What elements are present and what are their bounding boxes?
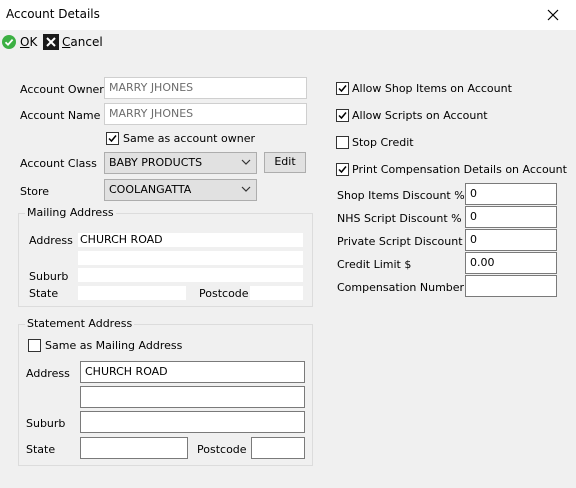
- title-bar: Account Details: [0, 0, 576, 30]
- mailing-postcode-label: Postcode: [199, 287, 249, 300]
- mailing-address-label: Address: [29, 234, 73, 247]
- edit-button[interactable]: Edit: [264, 152, 306, 173]
- nhs-script-discount-label: NHS Script Discount %: [337, 212, 462, 225]
- account-owner-field[interactable]: MARRY JHONES: [104, 77, 307, 99]
- shop-items-discount-field[interactable]: 0: [465, 183, 557, 205]
- checkmark-icon: [338, 85, 347, 93]
- chevron-down-icon: [241, 186, 251, 192]
- account-name-label: Account Name: [20, 109, 101, 122]
- statement-suburb-label: Suburb: [26, 417, 66, 430]
- statement-state-label: State: [26, 443, 56, 456]
- ok-label: OK: [20, 35, 38, 49]
- x-box-icon: [43, 34, 59, 50]
- store-label: Store: [20, 185, 50, 198]
- account-class-select[interactable]: BABY PRODUCTS: [104, 152, 257, 174]
- mailing-state-label: State: [29, 287, 59, 300]
- statement-postcode-label: Postcode: [197, 443, 247, 456]
- same-as-mailing-checkbox[interactable]: [28, 339, 41, 352]
- close-icon: [547, 9, 559, 21]
- allow-scripts-label: Allow Scripts on Account: [352, 109, 488, 122]
- checkmark-icon: [108, 135, 117, 143]
- store-select[interactable]: COOLANGATTA: [104, 179, 257, 201]
- nhs-script-discount-field[interactable]: 0: [465, 206, 557, 228]
- compensation-number-field[interactable]: [465, 275, 557, 297]
- statement-address-label: Address: [26, 367, 70, 380]
- check-circle-icon: [2, 35, 16, 49]
- print-compensation-checkbox[interactable]: [336, 163, 349, 176]
- statement-state-field[interactable]: [80, 437, 188, 459]
- account-class-label: Account Class: [20, 157, 97, 170]
- shop-items-discount-label: Shop Items Discount %: [337, 189, 465, 202]
- mailing-postcode-field[interactable]: [250, 286, 303, 300]
- allow-scripts-checkbox[interactable]: [336, 109, 349, 122]
- same-as-mailing-label: Same as Mailing Address: [45, 339, 183, 352]
- cancel-button[interactable]: Cancel: [43, 33, 103, 51]
- allow-shop-items-checkbox[interactable]: [336, 82, 349, 95]
- statement-address-line1[interactable]: CHURCH ROAD: [80, 361, 305, 383]
- allow-shop-items-label: Allow Shop Items on Account: [352, 82, 512, 95]
- account-name-field[interactable]: MARRY JHONES: [104, 103, 307, 125]
- account-class-value: BABY PRODUCTS: [109, 156, 203, 169]
- same-as-owner-checkbox[interactable]: [106, 132, 119, 145]
- checkmark-icon: [338, 166, 347, 174]
- mailing-address-legend: Mailing Address: [25, 206, 116, 219]
- print-compensation-label: Print Compensation Details on Account: [352, 163, 567, 176]
- private-script-discount-label: Private Script Discount %: [337, 235, 477, 248]
- ok-button[interactable]: OK: [1, 33, 37, 51]
- same-as-owner-label: Same as account owner: [123, 132, 255, 145]
- store-value: COOLANGATTA: [109, 183, 192, 196]
- chevron-down-icon: [241, 159, 251, 165]
- credit-limit-label: Credit Limit $: [337, 258, 412, 271]
- mailing-state-field[interactable]: [78, 286, 186, 300]
- statement-postcode-field[interactable]: [251, 437, 305, 459]
- checkmark-icon: [338, 112, 347, 120]
- compensation-number-label: Compensation Number: [337, 281, 465, 294]
- mailing-address-line2[interactable]: [78, 251, 303, 265]
- stop-credit-label: Stop Credit: [352, 136, 414, 149]
- credit-limit-field[interactable]: 0.00: [465, 252, 557, 274]
- mailing-suburb-label: Suburb: [29, 270, 69, 283]
- window-title: Account Details: [6, 7, 100, 21]
- close-button[interactable]: [530, 0, 576, 30]
- private-script-discount-field[interactable]: 0: [465, 229, 557, 251]
- mailing-address-line1[interactable]: CHURCH ROAD: [78, 233, 303, 247]
- statement-address-legend: Statement Address: [25, 317, 135, 330]
- account-owner-label: Account Owner: [20, 83, 104, 96]
- statement-address-line2[interactable]: [80, 386, 305, 408]
- mailing-suburb-field[interactable]: [78, 268, 303, 282]
- statement-suburb-field[interactable]: [80, 411, 305, 433]
- stop-credit-checkbox[interactable]: [336, 136, 349, 149]
- cancel-label: Cancel: [62, 35, 103, 49]
